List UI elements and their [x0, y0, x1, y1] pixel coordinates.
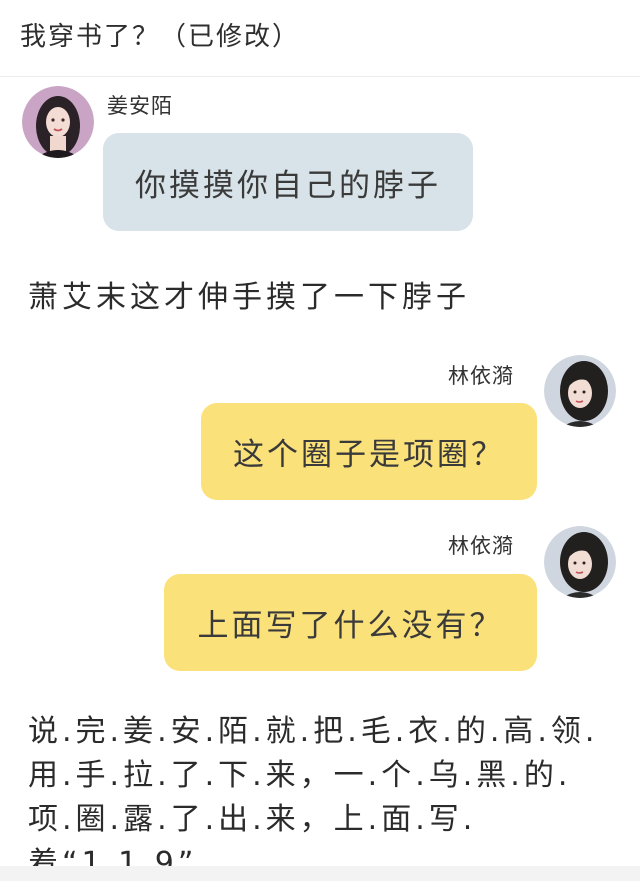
story-paragraph: 说.完.姜.安.陌.就.把.毛.衣.的.高.领.用.手.拉.了.下.来，一.个.… — [28, 714, 599, 881]
chat-bubble: 上面写了什么没有？ — [164, 574, 537, 671]
avatar-image-icon — [22, 86, 94, 158]
avatar-image-icon — [544, 526, 616, 598]
avatar-lin-yiyi[interactable] — [544, 526, 616, 598]
narration-line: 萧艾末这才伸手摸了一下脖子 — [28, 280, 470, 315]
avatar-image-icon — [544, 355, 616, 427]
chat-bubble: 你摸摸你自己的脖子 — [103, 133, 473, 231]
chat-bubble: 这个圈子是项圈？ — [201, 403, 537, 500]
sender-name: 姜安陌 — [107, 94, 173, 118]
bottom-strip — [0, 866, 640, 881]
avatar-jiang-anmo[interactable] — [22, 86, 94, 158]
header-bar: 我穿书了？（已修改） — [0, 0, 640, 77]
sender-name: 林依漪 — [448, 364, 514, 388]
page-title: 我穿书了？（已修改） — [20, 22, 301, 52]
sender-name: 林依漪 — [448, 534, 514, 558]
avatar-lin-yiyi[interactable] — [544, 355, 616, 427]
